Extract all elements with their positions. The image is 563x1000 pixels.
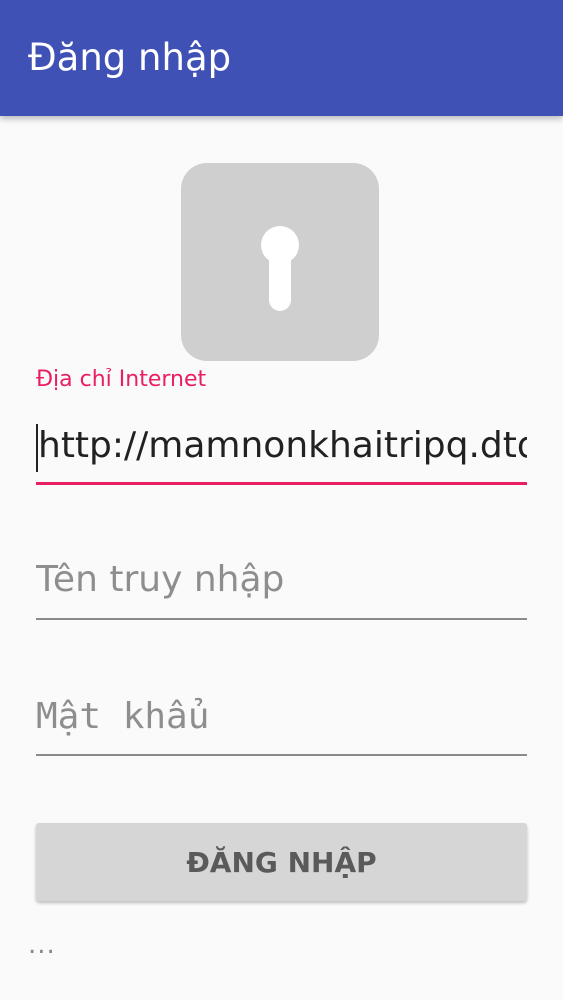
- username-input[interactable]: [36, 548, 527, 612]
- text-cursor: [36, 424, 38, 472]
- password-field[interactable]: [36, 686, 527, 756]
- url-field-label: Địa chỉ Internet: [36, 367, 207, 392]
- app-bar-title: Đăng nhập: [28, 36, 232, 79]
- login-button[interactable]: ĐĂNG NHẬP: [36, 823, 527, 901]
- more-text: ...: [28, 930, 56, 960]
- url-field[interactable]: [36, 416, 527, 485]
- password-input[interactable]: [36, 686, 527, 748]
- url-input[interactable]: [36, 416, 527, 476]
- keyhole-lock-icon: [181, 163, 379, 361]
- app-bar: Đăng nhập: [0, 0, 563, 116]
- username-field[interactable]: [36, 548, 527, 620]
